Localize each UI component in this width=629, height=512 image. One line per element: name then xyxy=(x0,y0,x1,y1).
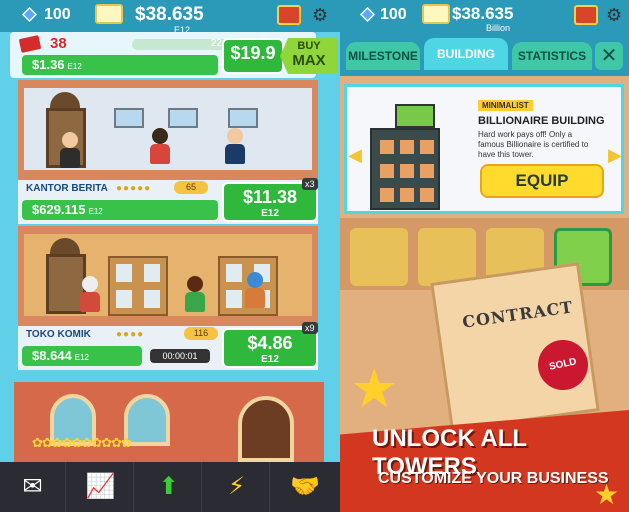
promo-line-2: CUSTOMIZE YOUR BUSINESS xyxy=(378,470,609,487)
handshake-icon: 🤝 xyxy=(290,473,320,500)
worker xyxy=(148,128,172,164)
nav-boost-button[interactable]: ⚡ xyxy=(204,462,270,512)
gear-icon[interactable]: ⚙ xyxy=(312,6,330,24)
cash-amount: $38.635 xyxy=(452,4,514,23)
cash-amount: $38.635 xyxy=(135,4,204,25)
menu-tabs: MILESTONE BUILDING STATISTICS ✕ xyxy=(340,32,629,76)
billboard-icon xyxy=(395,104,435,128)
lightning-icon: ⚡ xyxy=(228,473,245,500)
buy-max-button[interactable]: BUY MAX xyxy=(280,38,338,74)
nav-mail-button[interactable]: ✉ xyxy=(0,462,66,512)
boost-row: 38 22 xyxy=(18,35,232,53)
monitor xyxy=(228,108,258,128)
multiplier-badge: x9 xyxy=(302,322,318,334)
comic-shelf xyxy=(108,256,168,316)
monitor xyxy=(168,108,198,128)
cash-icon xyxy=(422,4,450,24)
chest-icon[interactable] xyxy=(574,5,598,25)
style-badge: MINIMALIST xyxy=(478,100,533,111)
cash-icon xyxy=(95,4,123,24)
boost-count: 38 xyxy=(50,35,67,52)
lobby: ✿✿✿✿✿✿✿✿✿✿ xyxy=(14,382,324,462)
gem-icon xyxy=(360,7,375,22)
nav-stats-button[interactable]: 📈 xyxy=(68,462,134,512)
monitor xyxy=(114,108,144,128)
level-pill: 116 xyxy=(184,327,218,340)
building-description: Hard work pays off! Only a famous Billio… xyxy=(478,130,589,159)
shopkeeper xyxy=(243,272,267,308)
chest-icon[interactable] xyxy=(277,5,301,25)
building-menu-screen: 100 $38.635 Billion ⚙ MILESTONE BUILDING… xyxy=(340,0,629,512)
floor-news-office[interactable] xyxy=(18,80,318,180)
top-bar: 100 $38.635 E12 ⚙ xyxy=(0,0,340,35)
top-income-bar: $1.36 E12 xyxy=(22,55,218,75)
next-arrow-icon[interactable]: ▶ xyxy=(608,145,622,166)
building-thumb[interactable] xyxy=(350,228,408,286)
boost-progress: 22 xyxy=(132,38,232,50)
upgrade-arrow-icon: ⬆ xyxy=(158,473,179,500)
flower-box: ✿✿✿✿✿✿✿✿✿✿ xyxy=(32,435,132,450)
comic-income-bar: $8.644 E12 xyxy=(22,346,142,366)
level-pill: 65 xyxy=(174,181,208,194)
multiplier-badge: x3 xyxy=(302,178,318,190)
top-collect-button[interactable]: $19.9 xyxy=(222,38,284,74)
lobby-door xyxy=(238,396,294,462)
tab-milestone[interactable]: MILESTONE xyxy=(346,42,420,70)
chart-icon: 📈 xyxy=(85,473,116,500)
prev-arrow-icon[interactable]: ◀ xyxy=(348,145,362,166)
customer xyxy=(183,276,207,312)
floor-comic-shop[interactable] xyxy=(18,226,318,326)
star-icon: ★ xyxy=(350,359,399,419)
close-button[interactable]: ✕ xyxy=(595,42,623,70)
star-icon: ★ xyxy=(594,479,620,510)
comic-collect-button[interactable]: $4.86 E12 xyxy=(222,328,318,368)
nav-deals-button[interactable]: 🤝 xyxy=(272,462,338,512)
top-bar: 100 $38.635 Billion ⚙ xyxy=(340,0,629,33)
customer xyxy=(78,276,102,312)
mail-icon: ✉ xyxy=(22,473,43,500)
tab-statistics[interactable]: STATISTICS xyxy=(512,42,592,70)
gem-icon xyxy=(22,7,37,22)
gear-icon[interactable]: ⚙ xyxy=(606,6,624,24)
nav-upgrade-button[interactable]: ⬆ xyxy=(136,462,202,512)
worker xyxy=(58,132,82,168)
news-income-bar: $629.115 E12 xyxy=(22,200,218,220)
building-preview xyxy=(370,128,440,210)
tab-building[interactable]: BUILDING xyxy=(424,38,508,70)
tower-screen: 100 $38.635 E12 ⚙ 38 22 $1.36 E12 $19.9 B… xyxy=(0,0,340,512)
building-name: BILLIONAIRE BUILDING xyxy=(478,115,605,127)
equip-button[interactable]: EQUIP xyxy=(480,164,604,198)
bottom-nav: ✉ 📈 ⬆ ⚡ 🤝 xyxy=(0,462,340,512)
ticket-icon xyxy=(18,35,42,53)
timer: 00:00:01 xyxy=(150,349,210,363)
gems-count: 100 xyxy=(44,6,71,23)
gems-count: 100 xyxy=(380,6,407,23)
worker xyxy=(223,128,247,164)
